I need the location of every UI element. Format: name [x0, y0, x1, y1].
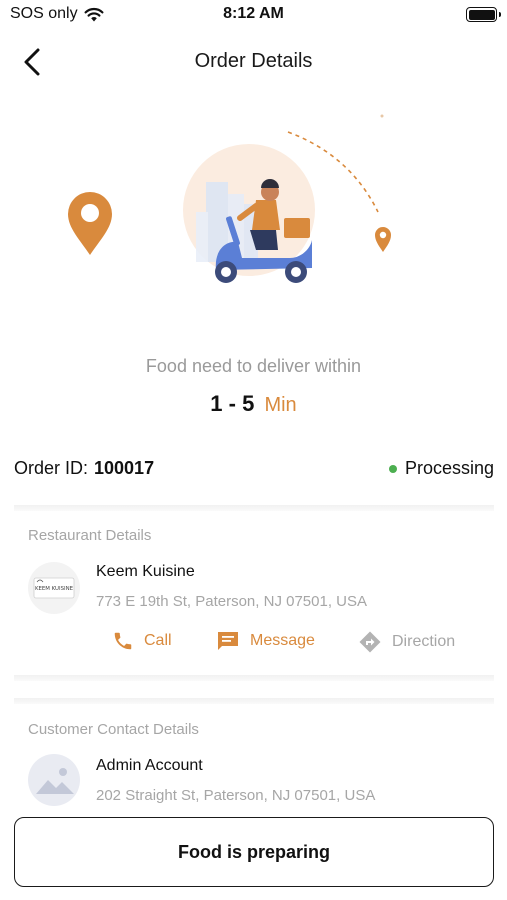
image-placeholder-icon — [36, 768, 74, 794]
divider — [14, 675, 494, 681]
restaurant-logo-text: KEEM KUISINE — [35, 586, 74, 592]
call-label: Call — [144, 632, 172, 649]
restaurant-address: 773 E 19th St, Paterson, NJ 07501, USA — [96, 593, 367, 610]
customer-name: Admin Account — [96, 757, 203, 774]
restaurant-name: Keem Kuisine — [96, 563, 195, 580]
battery-icon — [466, 7, 501, 22]
directions-icon — [359, 631, 381, 653]
restaurant-actions: Call Message Direction — [0, 630, 507, 660]
destination-pin-icon — [375, 227, 391, 252]
order-id-value: 100017 — [94, 458, 155, 478]
order-id: Order ID: 100017 — [14, 458, 154, 479]
order-status-button[interactable]: Food is preparing — [14, 817, 494, 887]
eta-unit: Min — [264, 394, 297, 416]
origin-pin-icon — [68, 192, 112, 255]
message-label: Message — [250, 632, 315, 649]
divider — [14, 505, 494, 511]
direction-button[interactable]: Direction — [358, 630, 455, 654]
order-id-label: Order ID: — [14, 458, 89, 478]
status-time: 8:12 AM — [223, 5, 284, 22]
call-button[interactable]: Call — [112, 630, 172, 652]
delivery-illustration — [0, 100, 507, 340]
message-icon — [218, 632, 238, 650]
direction-label: Direction — [392, 633, 456, 650]
order-summary: Order ID: 100017 Processing — [14, 456, 494, 484]
order-status-button-label: Food is preparing — [177, 841, 330, 862]
eta-label: Food need to deliver within — [145, 356, 362, 376]
page-title: Order Details — [194, 50, 313, 72]
phone-icon — [114, 632, 132, 650]
eta-value: 1 - 5 Min — [0, 391, 507, 417]
status-bar: SOS only 8:12 AM — [0, 0, 507, 30]
order-status: Processing — [388, 458, 494, 479]
customer-address: 202 Straight St, Paterson, NJ 07501, USA — [96, 787, 376, 804]
eta-range: 1 - 5 — [210, 391, 255, 416]
status-badge: Processing — [404, 458, 494, 478]
avatar — [28, 754, 80, 806]
status-dot-icon — [388, 464, 397, 473]
divider — [14, 698, 494, 704]
restaurant-section-title: Restaurant Details — [28, 527, 152, 544]
message-button[interactable]: Message — [216, 630, 315, 652]
customer-section-title: Customer Contact Details — [28, 721, 199, 738]
restaurant-logo: KEEM KUISINE — [28, 562, 80, 614]
nav-bar: Order Details — [0, 38, 507, 86]
